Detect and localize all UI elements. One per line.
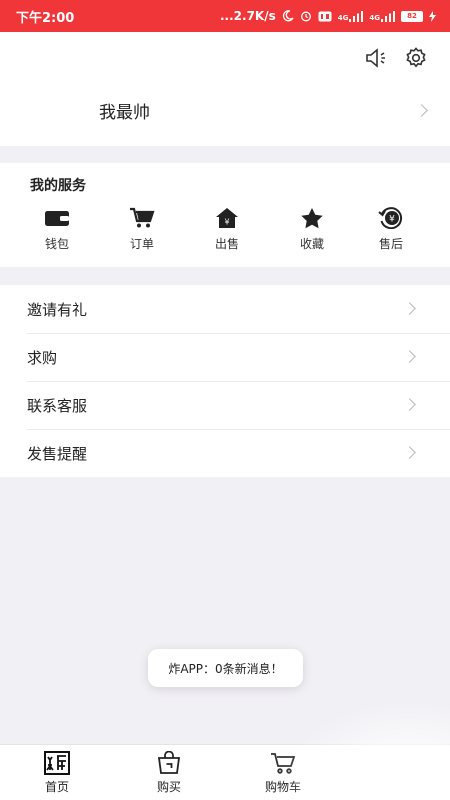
tab-label: 购买 [156, 780, 181, 794]
cart-icon [270, 751, 296, 775]
chevron-right-icon [403, 302, 416, 315]
menu-item-label: 邀请有礼 [27, 300, 88, 319]
profile-card[interactable]: 我最帅 [0, 32, 450, 146]
menu-item-invite[interactable]: 邀请有礼 [0, 285, 450, 333]
service-label: 出售 [214, 237, 239, 251]
signal-2-icon: 4G [369, 10, 395, 22]
menu-item-label: 联系客服 [27, 396, 88, 415]
services-title: 我的服务 [30, 178, 86, 194]
alarm-icon [300, 10, 312, 22]
toast-message: 炸APP：0条新消息！ [148, 649, 303, 687]
tab-cart[interactable]: 购物车 [238, 751, 328, 795]
tab-buy[interactable]: 购买 [124, 750, 214, 795]
menu-item-wanted[interactable]: 求购 [0, 333, 450, 381]
menu-list: 邀请有礼 求购 联系客服 发售提醒 [0, 285, 450, 477]
chevron-right-icon [415, 104, 428, 117]
menu-item-customer-service[interactable]: 联系客服 [0, 381, 450, 429]
tab-label: 首页 [44, 780, 69, 794]
menu-item-label: 求购 [27, 348, 58, 367]
menu-item-release-reminder[interactable]: 发售提醒 [0, 429, 450, 477]
shopping-bag-icon [156, 750, 182, 775]
home-logo-icon [44, 751, 70, 775]
service-label: 订单 [129, 237, 154, 251]
hd-icon [318, 11, 332, 22]
chevron-right-icon [403, 446, 416, 459]
battery-icon: 82 [401, 10, 423, 22]
charging-icon [429, 10, 436, 22]
profile-name: 我最帅 [99, 103, 150, 123]
service-after-sales[interactable]: ¥ 售后 [361, 207, 421, 252]
service-wallet[interactable]: 钱包 [27, 207, 87, 252]
service-label: 收藏 [299, 237, 324, 251]
gear-icon[interactable] [404, 46, 428, 70]
status-indicators: ...2.7K/s 4G 4G 82 [220, 9, 436, 23]
sell-house-icon: ¥ [214, 207, 240, 229]
service-sell[interactable]: ¥ 出售 [197, 207, 257, 252]
tab-label: 购物车 [264, 780, 301, 794]
chevron-right-icon [403, 398, 416, 411]
status-bar: 下午2:00 ...2.7K/s 4G 4G 82 [0, 0, 450, 32]
service-favorites[interactable]: 收藏 [282, 207, 342, 252]
speaker-icon[interactable] [364, 46, 388, 70]
chevron-right-icon [403, 350, 416, 363]
svg-text:¥: ¥ [224, 218, 229, 227]
svg-text:¥: ¥ [389, 215, 395, 225]
status-time: 下午2:00 [16, 10, 75, 26]
wallet-icon [44, 207, 70, 229]
moon-icon [282, 10, 294, 22]
cart-icon [129, 207, 155, 229]
after-sales-icon: ¥ [378, 207, 404, 230]
signal-1-icon: 4G [338, 10, 364, 22]
service-label: 售后 [378, 237, 403, 251]
tab-home[interactable]: 首页 [12, 751, 102, 795]
top-actions [364, 46, 428, 70]
my-services-section: 我的服务 钱包 订单 ¥ 出售 收藏 ¥ 售后 [0, 163, 450, 267]
bottom-tab-bar: 首页 购买 购物车 [0, 744, 450, 800]
menu-item-label: 发售提醒 [27, 444, 88, 463]
service-orders[interactable]: 订单 [112, 207, 172, 252]
network-speed: ...2.7K/s [219, 9, 276, 23]
service-label: 钱包 [44, 237, 69, 251]
star-icon [299, 207, 325, 229]
